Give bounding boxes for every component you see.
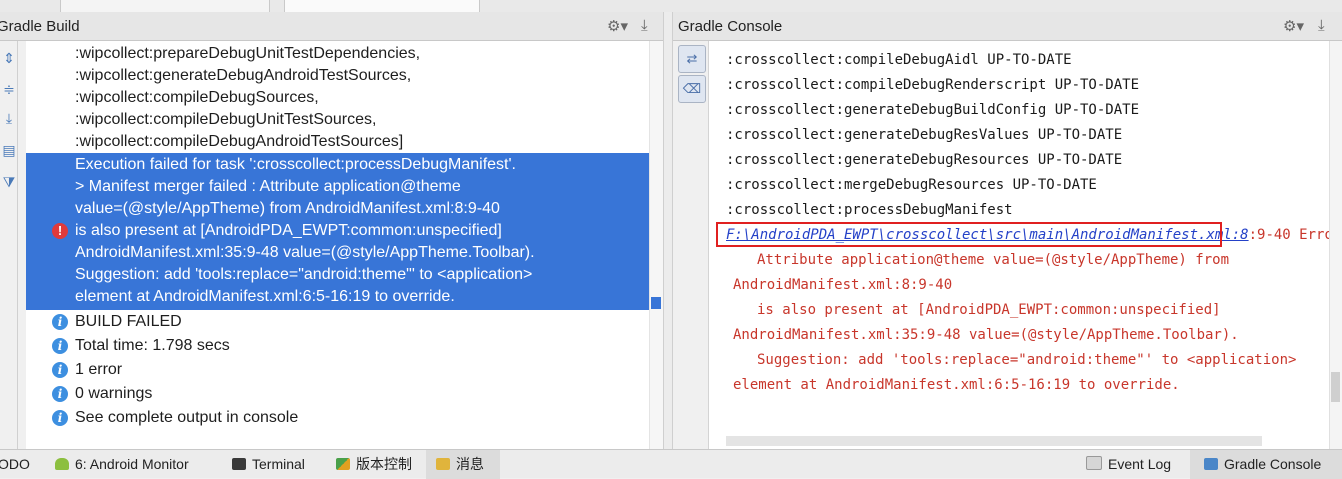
selected-error-message[interactable]: Execution failed for task ':crosscollect… — [26, 153, 663, 310]
tree-line: :wipcollect:prepareDebugUnitTestDependen… — [75, 45, 421, 62]
console-toolbar: ⇄ ⌫ — [673, 41, 709, 449]
error-line: element at AndroidManifest.xml:6:5-16:19… — [75, 288, 455, 305]
console-error-line: element at AndroidManifest.xml:6:5-16:19… — [733, 377, 1180, 393]
export-icon[interactable]: ⤓ — [0, 108, 18, 128]
event-log-tab[interactable]: Event Log — [1086, 450, 1171, 479]
panel-splitter[interactable] — [663, 12, 673, 449]
tab-label: Event Log — [1108, 456, 1172, 472]
console-line: :crosscollect:generateDebugResValues UP-… — [726, 127, 1123, 143]
panel-title: Gradle Build — [0, 18, 80, 35]
build-messages-tree: :wipcollect:prepareDebugUnitTestDependen… — [26, 41, 663, 449]
gradle-console-header: Gradle Console ⚙▾ ⤓ — [673, 12, 1342, 41]
tab-label: Terminal — [252, 456, 305, 472]
scrollbar-thumb[interactable] — [651, 297, 661, 309]
info-icon: i — [52, 314, 68, 330]
tab-label: 消息 — [456, 456, 484, 472]
error-line: Execution failed for task ':crosscollect… — [75, 156, 516, 173]
hide-panel-icon[interactable]: ⤓ — [641, 17, 648, 34]
annotation-highlight-box — [716, 222, 1222, 247]
build-toolbar: ⇕ ≑ ⤓ ▤ ⧩ — [0, 41, 18, 449]
error-count-message[interactable]: 1 error — [75, 359, 122, 381]
console-error-line: Attribute application@theme value=(@styl… — [757, 252, 1230, 268]
info-icon: i — [52, 386, 68, 402]
tab-label: 版本控制 — [356, 456, 412, 472]
gradle-build-header: Gradle Build ⚙▾ ⤓ — [0, 12, 663, 41]
error-line: value=(@style/AppTheme) from AndroidMani… — [75, 200, 500, 217]
console-line: :crosscollect:compileDebugRenderscript U… — [726, 77, 1140, 93]
terminal-icon — [232, 458, 246, 470]
tree-line: :wipcollect:compileDebugAndroidTestSourc… — [75, 133, 404, 150]
terminal-tab[interactable]: Terminal — [232, 450, 305, 479]
console-line: :crosscollect:mergeDebugResources UP-TO-… — [726, 177, 1097, 193]
console-line: :crosscollect:generateDebugBuildConfig U… — [726, 102, 1140, 118]
build-failed-message[interactable]: BUILD FAILED — [75, 311, 182, 333]
tab-label: Gradle Console — [1224, 456, 1322, 472]
info-icon: i — [52, 410, 68, 426]
collapse-all-icon[interactable]: ≑ — [0, 79, 18, 99]
tree-line: :wipcollect:compileDebugSources, — [75, 89, 319, 106]
console-error-line: AndroidManifest.xml:35:9-48 value=(@styl… — [733, 327, 1239, 343]
horizontal-scrollbar[interactable] — [726, 436, 1262, 446]
error-line: is also present at [AndroidPDA_EWPT:comm… — [75, 222, 502, 239]
editor-tab[interactable] — [284, 0, 480, 12]
info-icon: i — [52, 338, 68, 354]
editor-tab[interactable] — [60, 0, 270, 12]
tool-window-bar: ODO 6: Android Monitor Terminal 版本控制 消息 … — [0, 449, 1342, 479]
version-control-tab[interactable]: 版本控制 — [336, 450, 412, 479]
total-time-message[interactable]: Total time: 1.798 secs — [75, 335, 230, 357]
android-monitor-tab[interactable]: 6: Android Monitor — [55, 450, 189, 479]
event-log-icon — [1086, 456, 1102, 470]
error-line: > Manifest merger failed : Attribute app… — [75, 178, 461, 195]
gradle-console-tab[interactable]: Gradle Console — [1190, 450, 1342, 479]
warning-count-message[interactable]: 0 warnings — [75, 383, 152, 405]
tree-line: :wipcollect:compileDebugUnitTestSources, — [75, 111, 377, 128]
info-icon: i — [52, 362, 68, 378]
panel-title: Gradle Console — [678, 18, 783, 35]
vertical-scrollbar[interactable] — [649, 41, 663, 449]
console-icon — [1204, 458, 1218, 470]
console-error-line: AndroidManifest.xml:8:9-40 — [733, 277, 953, 293]
gear-icon[interactable]: ⚙▾ — [607, 17, 628, 35]
todo-tab[interactable]: ODO — [0, 450, 30, 479]
console-output-message[interactable]: See complete output in console — [75, 407, 298, 429]
error-line: AndroidManifest.xml:35:9-48 value=(@styl… — [75, 244, 535, 261]
console-line: :crosscollect:compileDebugAidl UP-TO-DAT… — [726, 52, 1072, 68]
tree-line: :wipcollect:generateDebugAndroidTestSour… — [75, 67, 412, 84]
messages-icon — [436, 458, 450, 470]
messages-tab[interactable]: 消息 — [426, 450, 500, 479]
tab-label: 6: Android Monitor — [75, 456, 189, 472]
android-icon — [55, 458, 69, 470]
rerun-icon[interactable]: ⇄ — [678, 45, 706, 73]
gear-icon[interactable]: ⚙▾ — [1283, 17, 1304, 35]
filter-icon[interactable]: ⧩ — [0, 172, 18, 192]
console-error-line: is also present at [AndroidPDA_EWPT:comm… — [757, 302, 1221, 318]
console-line: :crosscollect:generateDebugResources UP-… — [726, 152, 1123, 168]
console-error-line: Suggestion: add 'tools:replace="android:… — [757, 352, 1297, 368]
error-line: Suggestion: add 'tools:replace="android:… — [75, 266, 533, 283]
error-icon: ! — [52, 223, 68, 239]
expand-all-icon[interactable]: ⇕ — [0, 48, 18, 68]
version-control-icon — [336, 458, 350, 470]
scrollbar-thumb[interactable] — [1331, 372, 1340, 402]
hide-panel-icon[interactable]: ⤓ — [1318, 17, 1325, 34]
clear-console-icon[interactable]: ⌫ — [678, 75, 706, 103]
preview-icon[interactable]: ▤ — [0, 140, 18, 160]
error-location: :9-40 Error: — [1248, 227, 1329, 243]
console-line: :crosscollect:processDebugManifest — [726, 202, 1013, 218]
